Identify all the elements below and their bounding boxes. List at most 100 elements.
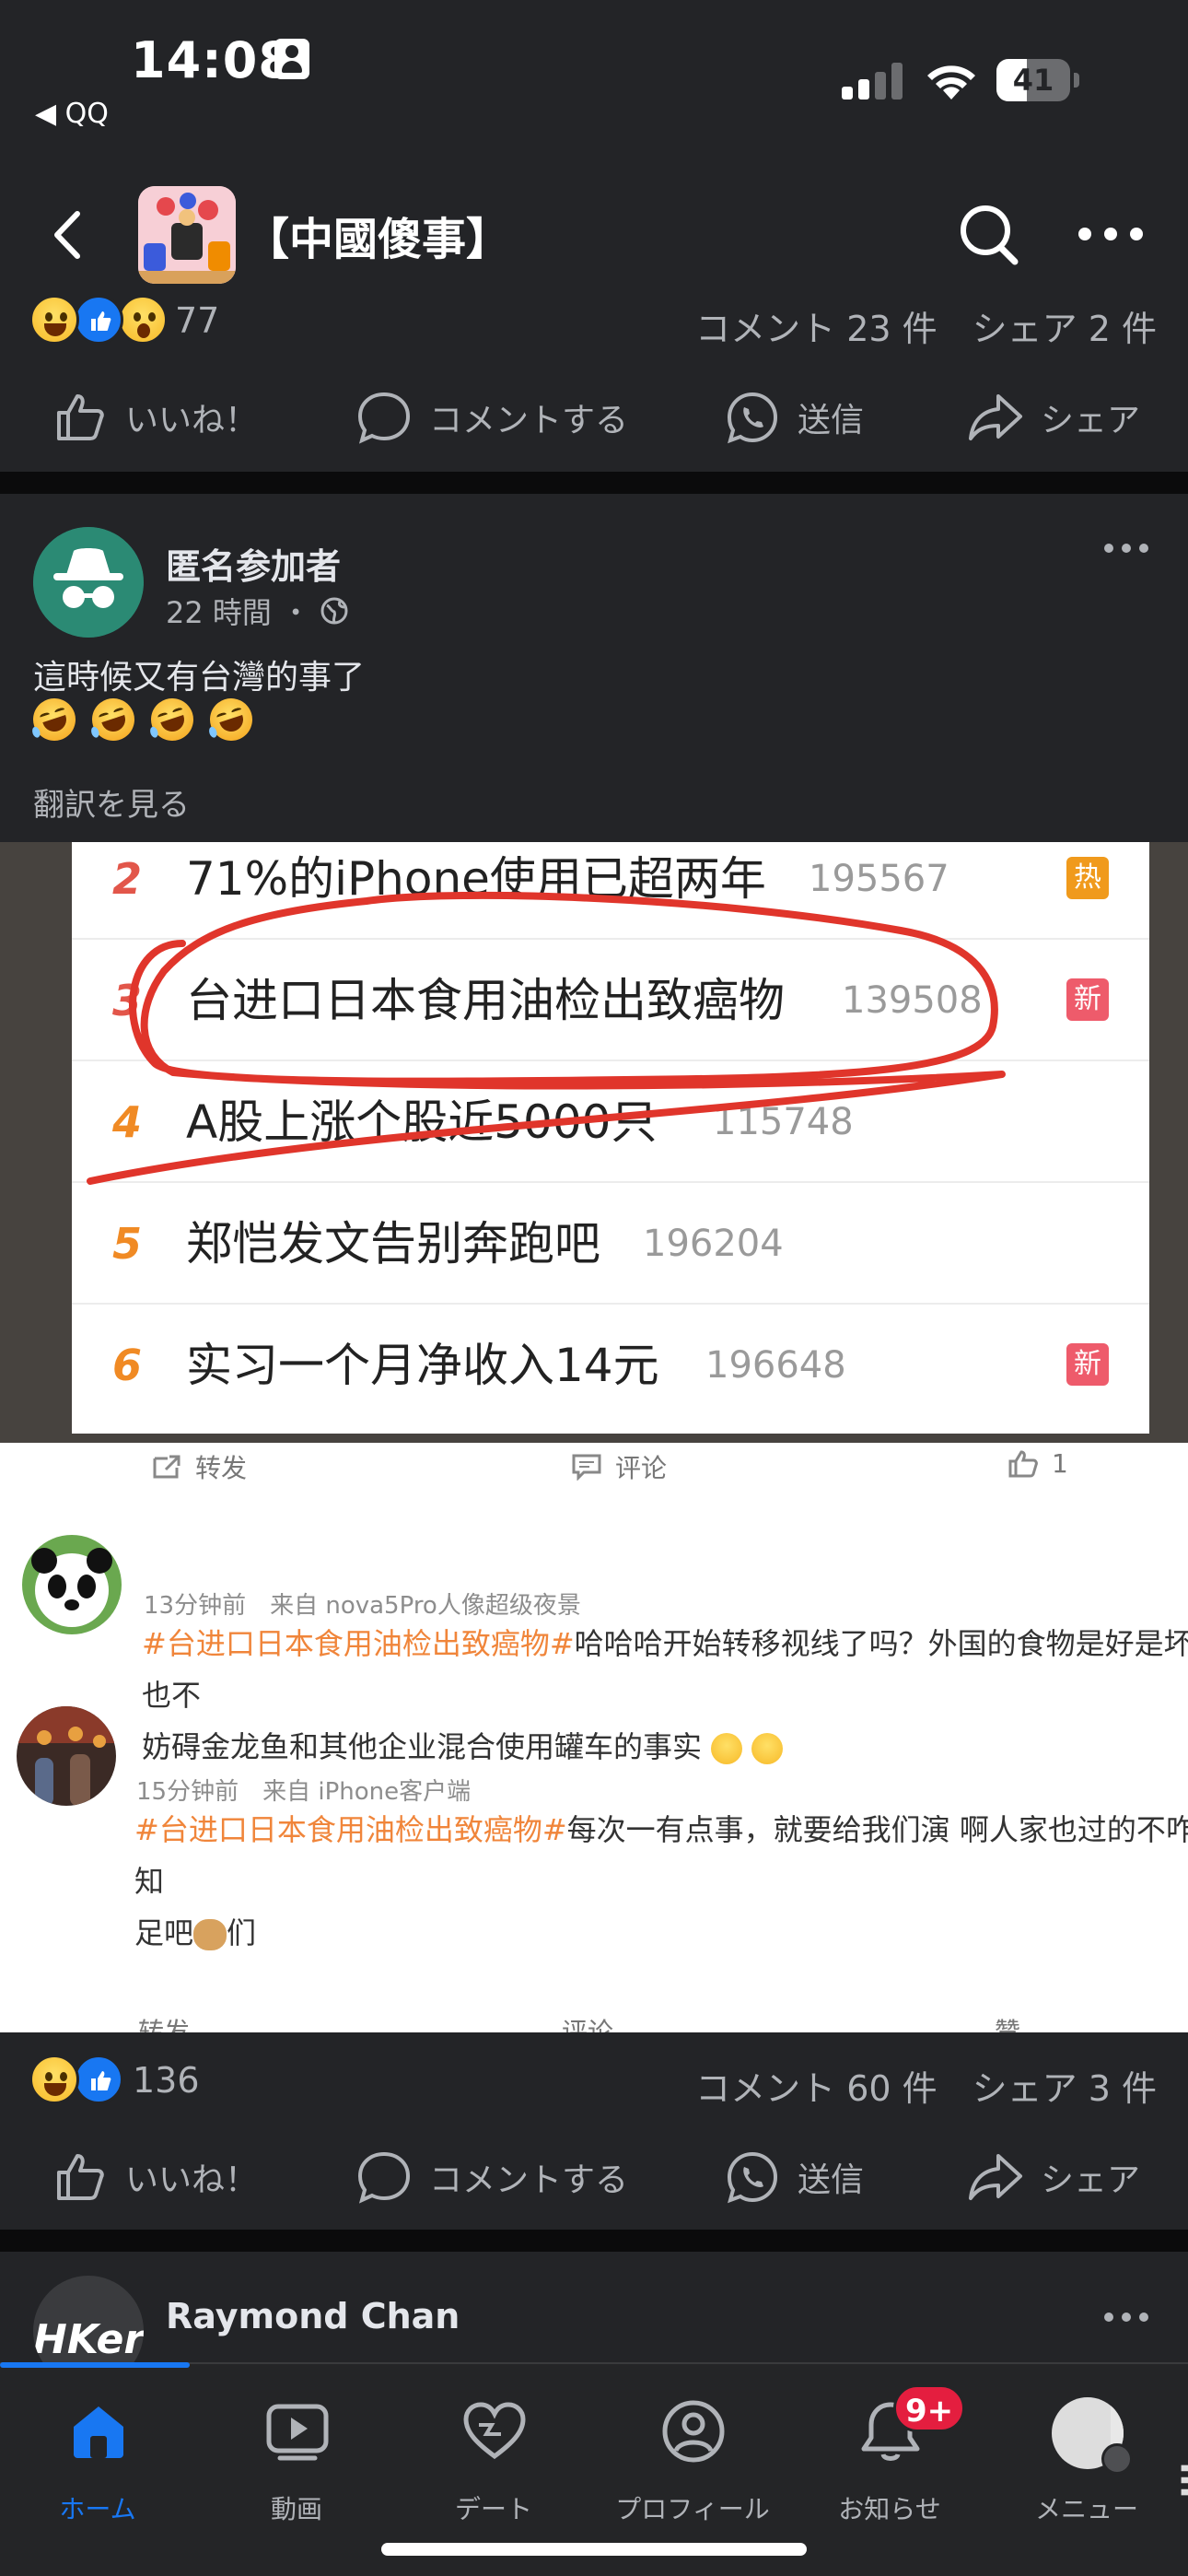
thumbs-up-icon — [57, 2154, 104, 2200]
new-tag: 新 — [1066, 1343, 1109, 1386]
like-reaction-icon — [74, 295, 123, 345]
whatsapp-icon — [727, 392, 778, 444]
thumbs-up-icon — [57, 394, 104, 440]
comment-label: 评论 — [562, 2017, 614, 2032]
tab-video[interactable]: 動画 — [204, 2397, 389, 2526]
weibo-action-bar: 转发 评论 1 — [0, 1443, 1188, 1489]
trend-row: 5 郑恺发文告别奔跑吧 196204 — [72, 1183, 1149, 1305]
post-emoji-row — [28, 693, 258, 746]
signal-bar — [842, 87, 853, 100]
post-action-bar: いいね！ コメントする 送信 シェア — [0, 2126, 1188, 2228]
comment-hashtag: #台进口日本食用油检出致癌物# — [142, 1626, 575, 1661]
like-label: 赞 — [995, 2017, 1021, 2032]
share-button[interactable]: シェア — [967, 367, 1140, 468]
post-divider — [0, 472, 1188, 494]
hot-tag: 热 — [1066, 857, 1109, 899]
send-button[interactable]: 送信 — [724, 367, 864, 468]
comment-meta: 15分钟前 来自 iPhone客户端 — [136, 1778, 472, 1806]
trend-row: 3 台进口日本食用油检出致癌物 139508 新 — [72, 940, 1149, 1061]
dating-heart-icon — [463, 2402, 526, 2460]
haha-reaction-icon — [29, 295, 79, 345]
like-reaction-icon — [74, 2055, 123, 2104]
tab-home[interactable]: ホーム — [6, 2397, 190, 2526]
share-arrow-icon — [969, 394, 1022, 440]
rofl-emoji-icon — [204, 693, 258, 746]
tab-menu[interactable]: メニュー — [995, 2397, 1188, 2526]
comment-button[interactable]: コメントする — [355, 367, 628, 468]
home-indicator[interactable] — [381, 2543, 807, 2556]
post-options-icon[interactable] — [1101, 2303, 1151, 2331]
trending-list-screenshot: 2 71%的iPhone使用已超两年 195567 热 3 台进口日本食用油检出… — [72, 842, 1149, 1434]
post-time[interactable]: 22 時間 ・ — [166, 590, 310, 632]
repost-label: 转发 — [138, 2017, 191, 2032]
status-bar: 14:08 ◀ QQ 41 — [0, 0, 1188, 138]
post-meta: 22 時間 ・ — [166, 590, 349, 632]
post-reactions[interactable]: 136 コメント 60 件 シェア 3 件 — [0, 2047, 1188, 2112]
repost-icon — [153, 1455, 181, 1479]
post-author[interactable]: 匿名参加者 — [166, 538, 341, 589]
cellular-signal-icon — [842, 63, 903, 100]
menu-lines-icon — [1101, 2443, 1188, 2496]
like-button[interactable]: いいね！ — [52, 2126, 258, 2228]
comment-share-stats[interactable]: コメント 60 件 シェア 3 件 — [695, 2060, 1157, 2111]
comment-hashtag: #台进口日本食用油检出致癌物# — [134, 1812, 567, 1847]
anonymous-avatar[interactable] — [33, 527, 144, 638]
new-tag: 新 — [1066, 978, 1109, 1021]
comment-share-stats[interactable]: コメント 23 件 シェア 2 件 — [695, 300, 1157, 351]
dog-emoji-icon — [193, 1919, 227, 1950]
active-tab-indicator — [0, 2362, 190, 2368]
crying-emoji-icon — [711, 1733, 743, 1764]
send-button[interactable]: 送信 — [724, 2126, 864, 2228]
post-image[interactable]: 2 71%的iPhone使用已超两年 195567 热 3 台进口日本食用油检出… — [0, 842, 1188, 2032]
wifi-icon — [927, 65, 975, 100]
signal-bar — [875, 72, 886, 100]
prev-post-action-bar: いいね！ コメントする 送信 シェア — [0, 367, 1188, 468]
share-button[interactable]: シェア — [967, 2126, 1140, 2228]
profile-icon — [662, 2400, 725, 2463]
trend-row: 4 A股上涨个股近5000只 115748 — [72, 1061, 1149, 1183]
focus-person-icon — [274, 39, 309, 79]
next-post-author[interactable]: Raymond Chan — [166, 2296, 460, 2336]
post-text: 這時候又有台灣的事了 — [33, 659, 366, 697]
rofl-emoji-icon — [146, 693, 199, 746]
prev-post-reactions[interactable]: 77 コメント 23 件 シェア 2 件 — [0, 287, 1188, 352]
reaction-count: 77 — [175, 300, 220, 341]
rofl-emoji-icon — [87, 693, 140, 746]
haha-reaction-icon — [29, 2055, 79, 2104]
signal-bar — [858, 79, 869, 100]
trend-row: 2 71%的iPhone使用已超两年 195567 热 — [72, 842, 1149, 940]
home-icon — [74, 2406, 123, 2458]
search-icon[interactable] — [954, 197, 1024, 271]
globe-icon — [320, 597, 348, 625]
rofl-emoji-icon — [28, 693, 81, 746]
comment-text: #台进口日本食用油检出致癌物#哈哈哈开始转移视线了吗？外国的食物是好是坏，也不 … — [142, 1626, 1188, 1764]
like-icon — [1008, 1449, 1038, 1477]
signal-bar — [891, 63, 903, 100]
trend-row: 6 实习一个月净收入14元 196648 新 — [72, 1305, 1149, 1426]
comment-icon — [572, 1454, 601, 1481]
reaction-count: 136 — [133, 2060, 200, 2101]
repost-label: 转发 — [151, 1448, 247, 1485]
back-to-app-link[interactable]: ◀ QQ — [35, 98, 109, 130]
see-translation-link[interactable]: 翻訳を見る — [33, 779, 190, 825]
more-options-icon[interactable] — [1074, 208, 1147, 260]
comment-text: #台进口日本食用油检出致癌物#每次一有点事，就要给我们演 啊人家也过的不咋地 知… — [134, 1812, 1188, 1950]
comment-label: 评论 — [571, 1448, 667, 1485]
comment-button[interactable]: コメントする — [355, 2126, 628, 2228]
notification-badge: 9+ — [893, 2384, 966, 2432]
back-arrow-icon[interactable] — [41, 203, 96, 267]
group-title[interactable]: 【中國傻事】 — [245, 203, 510, 267]
post-divider — [0, 2230, 1188, 2252]
weibo-comments-screenshot: 转发 评论 1 13分钟前 来自 nova5Pro人像超级夜景 #台进口日本食用… — [0, 1443, 1188, 2032]
tab-dating[interactable]: デート — [402, 2397, 586, 2526]
like-button[interactable]: いいね！ — [52, 367, 258, 468]
video-icon — [266, 2404, 329, 2461]
tab-profile[interactable]: プロフィール — [600, 2397, 785, 2526]
like-label: 1 — [1007, 1448, 1068, 1479]
tab-notifications[interactable]: 9+ お知らせ — [798, 2384, 982, 2526]
comment-bubble-icon — [357, 392, 411, 444]
group-header: 【中國傻事】 — [0, 175, 1188, 295]
battery-icon: 41 — [996, 59, 1079, 101]
group-avatar[interactable] — [138, 186, 236, 284]
post-options-icon[interactable] — [1101, 534, 1151, 562]
